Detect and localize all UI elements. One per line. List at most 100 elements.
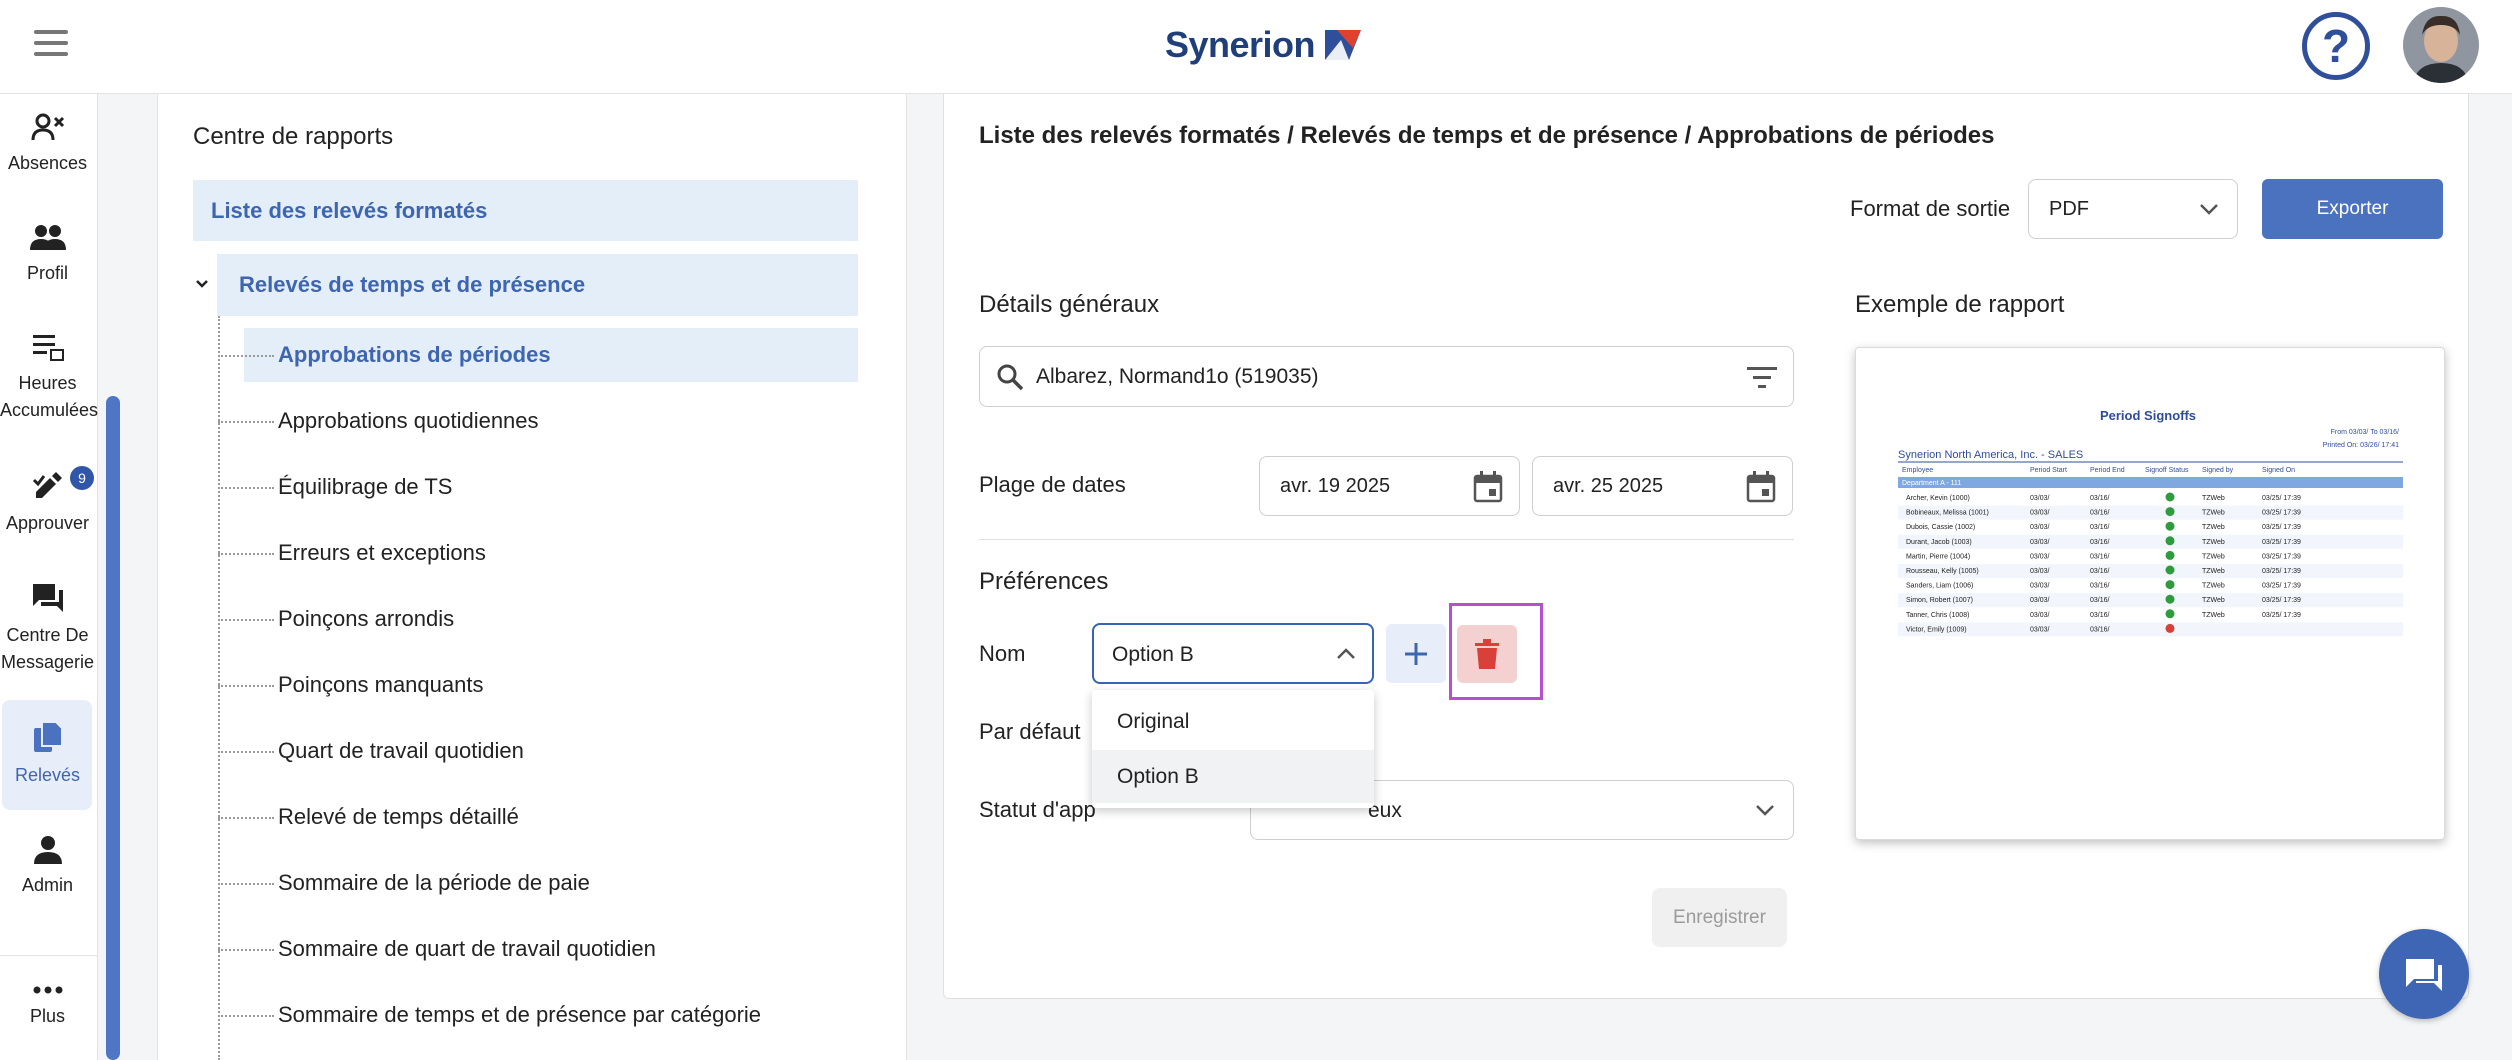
tree-item[interactable]: Approbations quotidiennes [218,394,858,448]
tree-item[interactable]: Quart de travail quotidien [218,724,858,778]
preview-cell: Dubois, Cassie (1002) [1906,524,1975,531]
output-format-value: PDF [2049,198,2089,220]
chevron-down-icon[interactable] [194,276,210,292]
preview-title: Period Signoffs [2100,408,2196,423]
preview-cell: 03/16/ [2090,597,2110,604]
status-label: Statut d'app [979,797,1096,822]
tree-item[interactable]: Relevé de temps détaillé [218,790,858,844]
tree-group-time-attendance[interactable]: Relevés de temps et de présence [217,254,858,316]
check-icon [2165,565,2175,575]
preference-name-value: Option B [1112,643,1194,666]
preview-row-bg [1898,622,2403,637]
output-format-label: Format de sortie [1850,196,2011,221]
hamburger-menu-icon[interactable] [34,30,68,58]
nav-label: Relevés [14,765,81,785]
formatted-list-link[interactable]: Liste des relevés formatés [193,180,858,241]
preview-cell: 03/25/ 17:39 [2262,597,2301,604]
nav-label: Admin [21,875,74,895]
chat-button[interactable] [2379,929,2469,1019]
preview-cell: 03/03/ [2030,553,2050,560]
nav-item-centre-de-messagerie[interactable]: Centre De Messagerie [0,582,95,676]
preview-from: From 03/03/ To 03/16/ [2331,429,2399,436]
report-preview-image: Period Signoffs From 03/03/ To 03/16/ Pr… [1898,408,2403,637]
preview-cell: 03/25/ 17:39 [2262,583,2301,590]
preview-cell: 03/25/ 17:39 [2262,510,2301,517]
tree-item[interactable]: Poinçons manquants [218,658,858,712]
preview-cell: 03/25/ 17:39 [2262,524,2301,531]
approve-icon [32,472,62,498]
plus-icon [1405,642,1427,665]
message-count-badge: 9 [70,466,94,490]
preview-printed: Printed On: 03/26/ 17:41 [2323,442,2399,449]
delete-preference-button[interactable] [1457,625,1517,683]
more-icon [33,986,62,994]
search-value: Albarez, Normand1o (519035) [1036,365,1319,388]
logo: Synerion [1165,20,1363,70]
report-preview: Period Signoffs From 03/03/ To 03/16/ Pr… [1855,347,2445,840]
date-from-value: avr. 19 2025 [1280,475,1391,497]
file-copy-icon [33,721,63,752]
preview-cell: Martin, Pierre (1004) [1906,553,1970,560]
nav-scrollbar[interactable] [106,396,120,1060]
section-divider [979,539,1794,540]
people-icon [29,225,66,250]
tree-item[interactable]: Poinçons arrondis [218,592,858,646]
preview-cell: TZWeb [2202,495,2225,502]
preview-cell: 03/03/ [2030,510,2050,517]
tree-item[interactable]: Approbations de périodes [218,328,858,382]
preview-cell: TZWeb [2202,553,2225,560]
check-icon [2165,507,2175,517]
tree-item[interactable]: Erreurs et exceptions [218,526,858,580]
preference-name-select[interactable]: Option B [1092,623,1374,684]
export-button[interactable]: Exporter [2262,179,2443,239]
nav-item-releves[interactable]: Relevés [0,720,95,789]
calendar-icon[interactable] [1473,471,1503,503]
preview-cell: 03/16/ [2090,583,2110,590]
cross-icon [2165,623,2175,633]
nav-item-profil[interactable]: Profil [0,222,95,287]
preview-cell: 03/25/ 17:39 [2262,553,2301,560]
preview-department: Department A - 111 [1902,480,1961,487]
preview-cell: 03/16/ [2090,539,2110,546]
preview-cell: 03/25/ 17:39 [2262,495,2301,502]
dropdown-option[interactable]: Original [1092,695,1374,748]
tree-item[interactable]: Équilibrage de TS [218,460,858,514]
preview-cell: TZWeb [2202,524,2225,531]
tree-item[interactable]: Sommaire de la période de paie [218,856,858,910]
avatar[interactable] [2403,7,2479,83]
output-format-select[interactable]: PDF [2028,179,2238,239]
tree-title: Centre de rapports [193,123,394,150]
employee-search-input[interactable]: Albarez, Normand1o (519035) [979,346,1794,407]
chevron-up-icon [1337,648,1355,659]
check-icon [2165,521,2175,531]
preview-cell: TZWeb [2202,583,2225,590]
preference-name-dropdown: Original Option B [1092,690,1374,808]
person-icon [33,836,62,864]
add-preference-button[interactable] [1386,624,1446,683]
preview-cell: 03/25/ 17:39 [2262,539,2301,546]
save-button[interactable]: Enregistrer [1652,888,1787,947]
preview-cell: Simon, Robert (1007) [1906,597,1973,604]
chat-icon [2406,959,2442,991]
dropdown-option[interactable]: Option B [1092,750,1374,803]
nav-item-heures-accumulees[interactable]: Heures Accumulées [0,332,98,424]
preview-row-bg [1898,534,2403,549]
date-to-input[interactable]: avr. 25 2025 [1532,456,1793,516]
date-from-input[interactable]: avr. 19 2025 [1259,456,1520,516]
preview-column-header: Employee [1902,467,1933,474]
nav-label: Plus [29,1006,65,1026]
tree-item[interactable]: Sommaire de temps et de présence par cat… [218,988,858,1042]
nav-item-absences[interactable]: Absences [0,112,95,177]
chevron-down-icon [1756,805,1774,816]
calendar-icon[interactable] [1746,471,1776,503]
general-details-title: Détails généraux [979,291,1160,318]
tree-item[interactable]: Sommaire de quart de travail quotidien [218,922,858,976]
preview-column-header: Signed On [2262,467,2295,474]
filter-icon[interactable] [1747,365,1777,389]
preview-cell: TZWeb [2202,568,2225,575]
help-icon[interactable]: ? [2302,12,2370,80]
preview-cell: 03/16/ [2090,510,2110,517]
preview-cell: 03/03/ [2030,626,2050,633]
nav-item-admin[interactable]: Admin [0,834,95,899]
nav-item-plus[interactable]: Plus [0,985,95,1030]
